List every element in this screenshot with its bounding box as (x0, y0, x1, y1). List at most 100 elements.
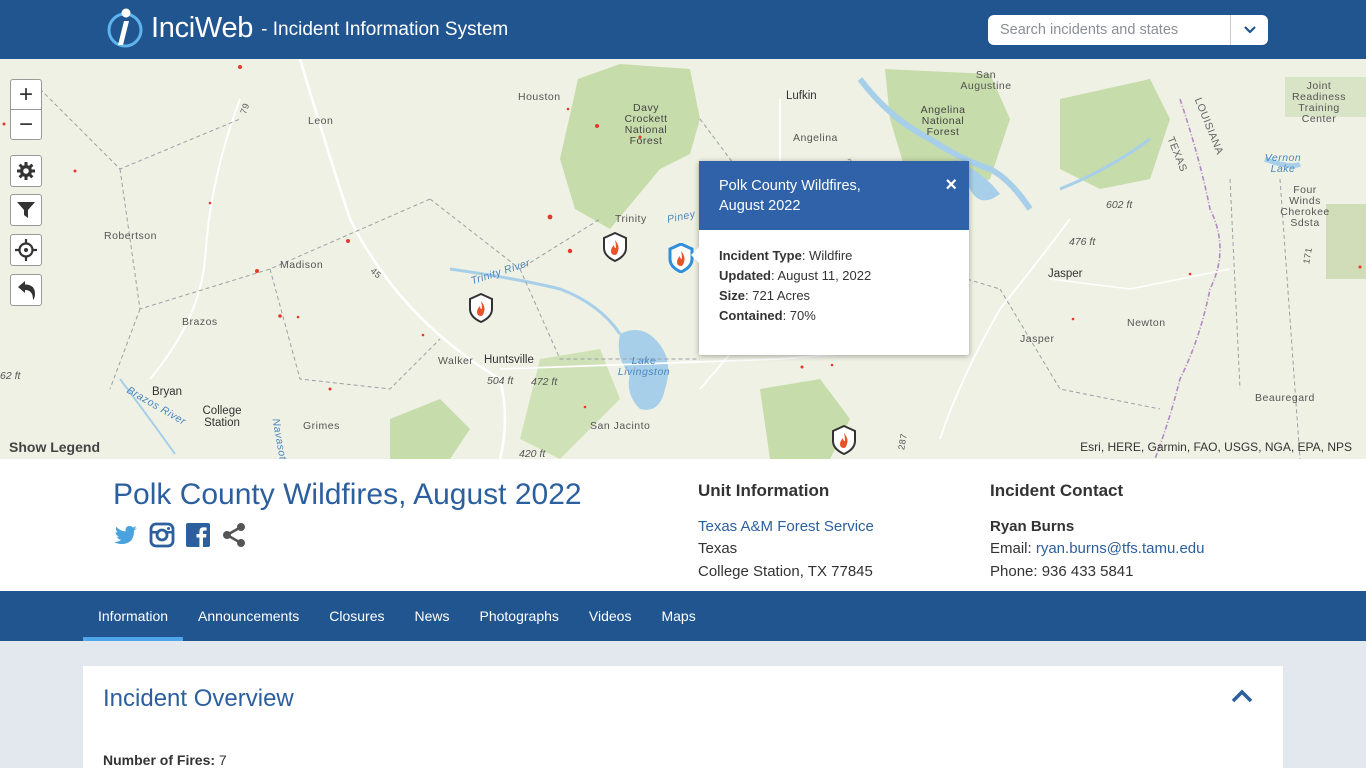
map-attribution: Esri, HERE, Garmin, FAO, USGS, NGA, EPA,… (1080, 440, 1352, 454)
tab-announcements[interactable]: Announcements (183, 591, 314, 641)
popup-field-incident-type: Incident Type: Wildfire (719, 246, 949, 266)
map-label-brazos: Brazos (182, 316, 218, 328)
unit-state: Texas (698, 540, 738, 557)
map-label-davy-crockett: Davy Crockett National Forest (624, 102, 668, 148)
popup-field-value: : 721 Acres (745, 288, 811, 303)
zoom-in-button[interactable]: + (10, 79, 42, 110)
inciweb-logo-icon (107, 8, 143, 48)
contact-email-row: Email: ryan.burns@tfs.tamu.edu (990, 538, 1204, 561)
fire-marker-icon[interactable] (602, 232, 628, 262)
instagram-icon[interactable] (149, 522, 175, 548)
popup-field-label: Contained (719, 308, 783, 323)
map-label-robertson: Robertson (104, 230, 157, 242)
popup-pointer (691, 247, 699, 263)
tab-maps[interactable]: Maps (646, 591, 710, 641)
contact-email-link[interactable]: ryan.burns@tfs.tamu.edu (1036, 540, 1205, 557)
search-input[interactable] (988, 15, 1230, 45)
incident-contact: Incident Contact Ryan Burns Email: ryan.… (990, 480, 1204, 583)
close-icon[interactable]: × (945, 175, 957, 195)
contact-name: Ryan Burns (990, 517, 1075, 535)
tab-photographs[interactable]: Photographs (465, 591, 574, 641)
map-label-beauregard: Beauregard (1255, 392, 1315, 404)
filter-icon (17, 202, 35, 218)
tab-information[interactable]: Information (83, 591, 184, 641)
map-label-elev-420: 420 ft (519, 448, 546, 459)
social-links (113, 522, 247, 548)
popup-field-value: : 70% (782, 308, 816, 323)
popup-body: Incident Type: Wildfire Updated: August … (699, 230, 969, 342)
tab-videos[interactable]: Videos (574, 591, 647, 641)
gear-icon (17, 162, 35, 180)
search-box (988, 15, 1268, 45)
incident-tabs: Information Announcements Closures News … (0, 591, 1366, 641)
inciweb-logo[interactable]: InciWeb - Incident Information System (107, 5, 508, 51)
locate-button[interactable] (10, 234, 42, 266)
agency-link[interactable]: Texas A&M Forest Service (698, 518, 874, 535)
incident-contact-heading: Incident Contact (990, 481, 1124, 500)
map-label-elev-602: 602 ft (1106, 199, 1133, 211)
popup-field-value: : August 11, 2022 (771, 268, 872, 283)
zoom-out-icon: − (18, 110, 33, 138)
popup-field-value: : Wildfire (801, 248, 853, 263)
tab-closures[interactable]: Closures (314, 591, 399, 641)
number-of-fires-label: Number of Fires: (103, 752, 216, 768)
chevron-up-icon[interactable] (1231, 688, 1253, 704)
search-dropdown-button[interactable] (1230, 15, 1268, 45)
map-label-elev-62: 62 ft (0, 370, 21, 382)
popup-field-updated: Updated: August 11, 2022 (719, 266, 949, 286)
map-label-trinity: Trinity (615, 213, 647, 225)
twitter-icon[interactable] (113, 522, 139, 548)
map-label-elev-504: 504 ft (487, 375, 514, 387)
incident-overview-title: Incident Overview (103, 685, 294, 712)
filter-button[interactable] (10, 194, 42, 226)
popup-field-size: Size: 721 Acres (719, 286, 949, 306)
unit-information: Unit Information Texas A&M Forest Servic… (698, 480, 874, 583)
map-label-san-jacinto: San Jacinto (590, 420, 651, 432)
number-of-fires: Number of Fires: 7 (103, 752, 227, 768)
page-title: Polk County Wildfires, August 2022 (113, 478, 582, 511)
show-legend-link[interactable]: Show Legend (9, 439, 100, 455)
map-label-college-station: College Station (202, 405, 242, 430)
map-label-angelina-nf: Angelina National Forest (920, 104, 966, 139)
fire-marker-icon[interactable] (831, 425, 857, 455)
settings-button[interactable] (10, 155, 42, 187)
map-label-leon: Leon (308, 115, 334, 127)
unit-address: College Station, TX 77845 (698, 562, 873, 580)
map-label-huntsville: Huntsville (484, 354, 534, 366)
map-label-lake-livingston: Lake Livingston (617, 355, 671, 379)
map-label-four-winds: Four Winds Cherokee Sdsta (1280, 184, 1330, 230)
undo-arrow-icon (18, 281, 35, 300)
map-label-jrtc: Joint Readiness Training Center (1291, 80, 1347, 126)
popup-field-label: Incident Type (719, 248, 802, 263)
incident-overview-card: Incident Overview Number of Fires: 7 (83, 666, 1283, 768)
incident-info-band: Polk County Wildfires, August 2022 Unit … (0, 459, 1366, 591)
unit-information-heading: Unit Information (698, 481, 830, 500)
contact-phone: Phone: 936 433 5841 (990, 562, 1134, 580)
facebook-icon[interactable] (185, 522, 211, 548)
chevron-down-icon (1243, 26, 1256, 34)
map-label-newton: Newton (1127, 317, 1166, 329)
contact-email-label: Email: (990, 540, 1036, 557)
tab-news[interactable]: News (399, 591, 464, 641)
map-label-elev-472: 472 ft (531, 376, 558, 388)
incident-popup: Polk County Wildfires, August 2022 × Inc… (691, 161, 969, 355)
incident-map[interactable]: Houston Leon Robertson Madison Brazos Br… (0, 59, 1366, 459)
share-icon[interactable] (221, 522, 247, 548)
number-of-fires-value: 7 (215, 752, 227, 768)
map-label-jasper-city: Jasper (1048, 268, 1083, 280)
map-label-bryan: Bryan (152, 386, 183, 398)
map-label-walker: Walker (438, 355, 474, 367)
zoom-out-button[interactable]: − (10, 109, 42, 140)
logo-subtitle: - Incident Information System (261, 18, 509, 40)
zoom-in-icon: + (18, 80, 33, 108)
map-label-vernon-lake: Vernon Lake (1264, 152, 1302, 176)
popup-title[interactable]: Polk County Wildfires, August 2022 (719, 176, 904, 216)
map-label-madison: Madison (280, 259, 324, 271)
back-extent-button[interactable] (10, 274, 42, 306)
map-label-angelina: Angelina (793, 132, 838, 144)
popup-header: Polk County Wildfires, August 2022 × (699, 161, 969, 230)
fire-marker-icon[interactable] (468, 293, 494, 323)
top-header: InciWeb - Incident Information System (0, 0, 1366, 59)
crosshair-icon (15, 239, 37, 261)
map-label-elev-476: 476 ft (1069, 236, 1096, 248)
